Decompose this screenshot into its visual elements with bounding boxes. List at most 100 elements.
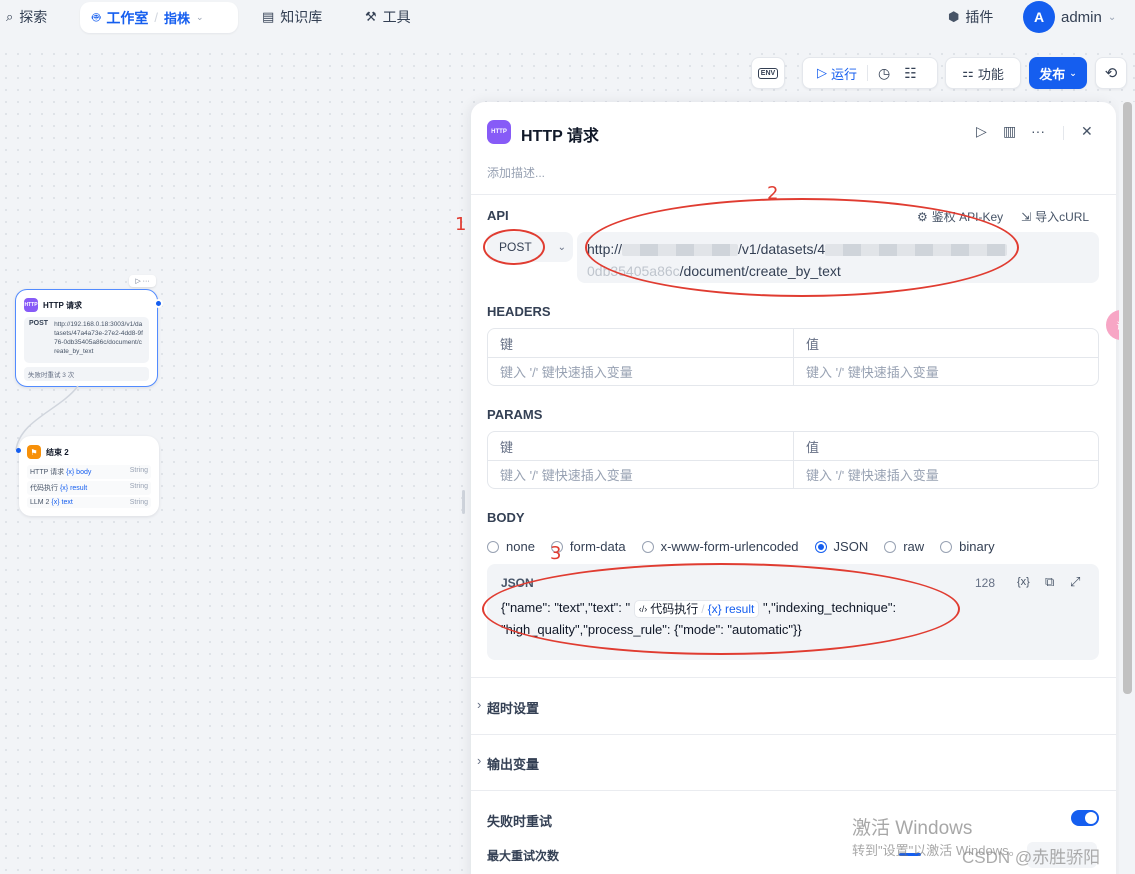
scrollbar-thumb[interactable]	[1123, 102, 1132, 694]
value-column-header: 值	[793, 432, 1098, 460]
divider	[471, 734, 1116, 735]
max-retry-label: 最大重试次数	[487, 849, 560, 863]
value-column-header: 值	[793, 329, 1098, 357]
insert-variable-icon[interactable]: {x}	[1017, 576, 1030, 588]
node-output-handle[interactable]	[154, 299, 163, 308]
chevron-down-icon[interactable]: ⌄	[1108, 12, 1116, 23]
book-open-icon[interactable]: ▥	[1003, 123, 1016, 140]
nav-studio-label[interactable]: 工作室	[106, 8, 148, 28]
nav-tools-label: 工具	[382, 9, 411, 25]
params-label: PARAMS	[487, 407, 543, 422]
more-icon[interactable]: ···	[1031, 123, 1045, 139]
user-menu[interactable]: A admin ⌄	[1023, 0, 1116, 34]
body-label: BODY	[487, 510, 525, 525]
radio-dot	[884, 540, 897, 553]
run-button[interactable]: ▷ 运行	[817, 64, 857, 83]
table-header-row: 键 值	[488, 432, 1098, 460]
expand-icon[interactable]: ⤢	[1070, 574, 1080, 590]
panel-resize-handle[interactable]	[462, 490, 465, 514]
nav-explore[interactable]: ⌕ 探索	[6, 0, 47, 34]
http-request-node[interactable]: HTTP HTTP 请求 POST http://192.168.0.18:30…	[15, 289, 163, 387]
header-value-input[interactable]: 键入 '/' 键快速插入变量	[793, 358, 1098, 385]
nav-plugins[interactable]: ⬢ 插件	[948, 0, 993, 34]
body-type-urlencoded[interactable]: x-www-form-urlencoded	[641, 539, 799, 554]
output-source: LLM 2	[30, 499, 50, 506]
param-key-input[interactable]: 键入 '/' 键快速插入变量	[488, 461, 793, 488]
char-count: 128	[975, 576, 996, 590]
csdn-watermark: CSDN @赤胜骄阳	[962, 848, 1101, 867]
table-row: 键入 '/' 键快速插入变量 键入 '/' 键快速插入变量	[488, 460, 1098, 488]
avatar[interactable]: A	[1023, 1, 1055, 33]
description-input[interactable]: 添加描述...	[487, 164, 545, 181]
checklist-icon[interactable]: ☷	[904, 65, 917, 82]
copy-icon[interactable]: ⧉	[1045, 574, 1054, 590]
node-input-handle[interactable]	[16, 448, 21, 453]
radio-label: raw	[903, 539, 925, 554]
header-key-input[interactable]: 键入 '/' 键快速插入变量	[488, 358, 793, 385]
headers-label: HEADERS	[487, 304, 551, 319]
key-column-header: 键	[500, 336, 514, 352]
top-navigation: ⌕ 探索 🤖︎ 工作室 / 指株 ⌄ ▤ 知识库 ⚒ 工具 ⬢ 插件 A adm…	[0, 0, 1135, 46]
panel-title[interactable]: HTTP 请求	[521, 122, 599, 146]
publish-label: 发布	[1039, 66, 1066, 82]
body-type-binary[interactable]: binary	[940, 539, 995, 554]
close-icon[interactable]: ✕	[1081, 123, 1093, 140]
end-node[interactable]: ⚑ 结束 2 HTTP 请求 {x} body String 代码执行 {x} …	[16, 436, 159, 516]
nav-separator: /	[154, 10, 159, 25]
history-button[interactable]: ⟲	[1095, 57, 1127, 89]
env-icon: ENV	[757, 67, 779, 79]
book-icon: ▤	[262, 9, 275, 24]
play-icon[interactable]: ▷	[976, 123, 987, 140]
chevron-down-icon[interactable]: ⌄	[196, 12, 204, 23]
http-icon: HTTP	[24, 298, 38, 312]
api-label: API	[487, 208, 509, 223]
header-divider	[1063, 126, 1064, 140]
retry-label: 失败时重试	[487, 814, 553, 829]
retry-toggle[interactable]	[1071, 810, 1099, 826]
key-column-header: 键	[500, 439, 514, 455]
play-icon: ▷	[817, 65, 827, 80]
output-var: {x} body	[66, 469, 92, 476]
divider	[867, 65, 869, 81]
annotation-number: 3	[550, 543, 562, 564]
env-button[interactable]: ENV	[751, 57, 785, 89]
node-mini-toolbar[interactable]: ▷ ···	[129, 275, 156, 287]
body-type-form-data[interactable]: form-data	[550, 539, 626, 554]
nav-knowledge[interactable]: ▤ 知识库	[262, 0, 322, 34]
body-type-json[interactable]: JSON	[814, 539, 869, 554]
radio-dot-selected	[814, 540, 827, 553]
output-source: HTTP 请求	[30, 469, 65, 476]
node-header: HTTP HTTP 请求	[16, 290, 157, 317]
nav-plugins-label: 插件	[965, 9, 994, 25]
checklist-clock-icon[interactable]: ◷	[878, 65, 890, 82]
table-header-row: 键 值	[488, 329, 1098, 357]
app-name[interactable]: 指株	[164, 8, 190, 27]
radio-dot	[641, 540, 654, 553]
annotation-ellipse-url	[585, 198, 1019, 297]
import-curl-label: 导入cURL	[1035, 210, 1090, 224]
radio-label: binary	[959, 539, 995, 554]
divider	[471, 194, 1116, 195]
features-button[interactable]: ⚏ 功能	[945, 57, 1021, 89]
timeout-settings-toggle[interactable]: 超时设置	[477, 697, 539, 717]
divider	[471, 677, 1116, 678]
param-value-input[interactable]: 键入 '/' 键快速插入变量	[793, 461, 1098, 488]
annotation-ellipse-json	[482, 563, 960, 655]
nav-studio-pill[interactable]: 🤖︎ 工作室 / 指株 ⌄	[80, 2, 238, 33]
body-type-raw[interactable]: raw	[884, 539, 924, 554]
body-type-none[interactable]: none	[487, 539, 535, 554]
output-variables-toggle[interactable]: 输出变量	[477, 753, 539, 773]
table-row: 键入 '/' 键快速插入变量 键入 '/' 键快速插入变量	[488, 357, 1098, 385]
publish-button[interactable]: 发布 ⌄	[1029, 57, 1087, 89]
nav-tools[interactable]: ⚒ 工具	[365, 0, 411, 34]
scrollbar[interactable]	[1119, 102, 1135, 874]
node-method: POST	[29, 320, 49, 327]
radio-dot	[487, 540, 499, 553]
chevron-down-icon: ⌄	[557, 241, 567, 253]
hammer-icon: ⚒	[365, 9, 377, 24]
history-icon: ⟲	[1104, 65, 1118, 82]
node-title: HTTP 请求	[43, 300, 82, 310]
radio-label: JSON	[833, 539, 869, 554]
features-label: 功能	[977, 66, 1004, 82]
import-curl-button[interactable]: ⇲ 导入cURL	[1021, 208, 1089, 225]
